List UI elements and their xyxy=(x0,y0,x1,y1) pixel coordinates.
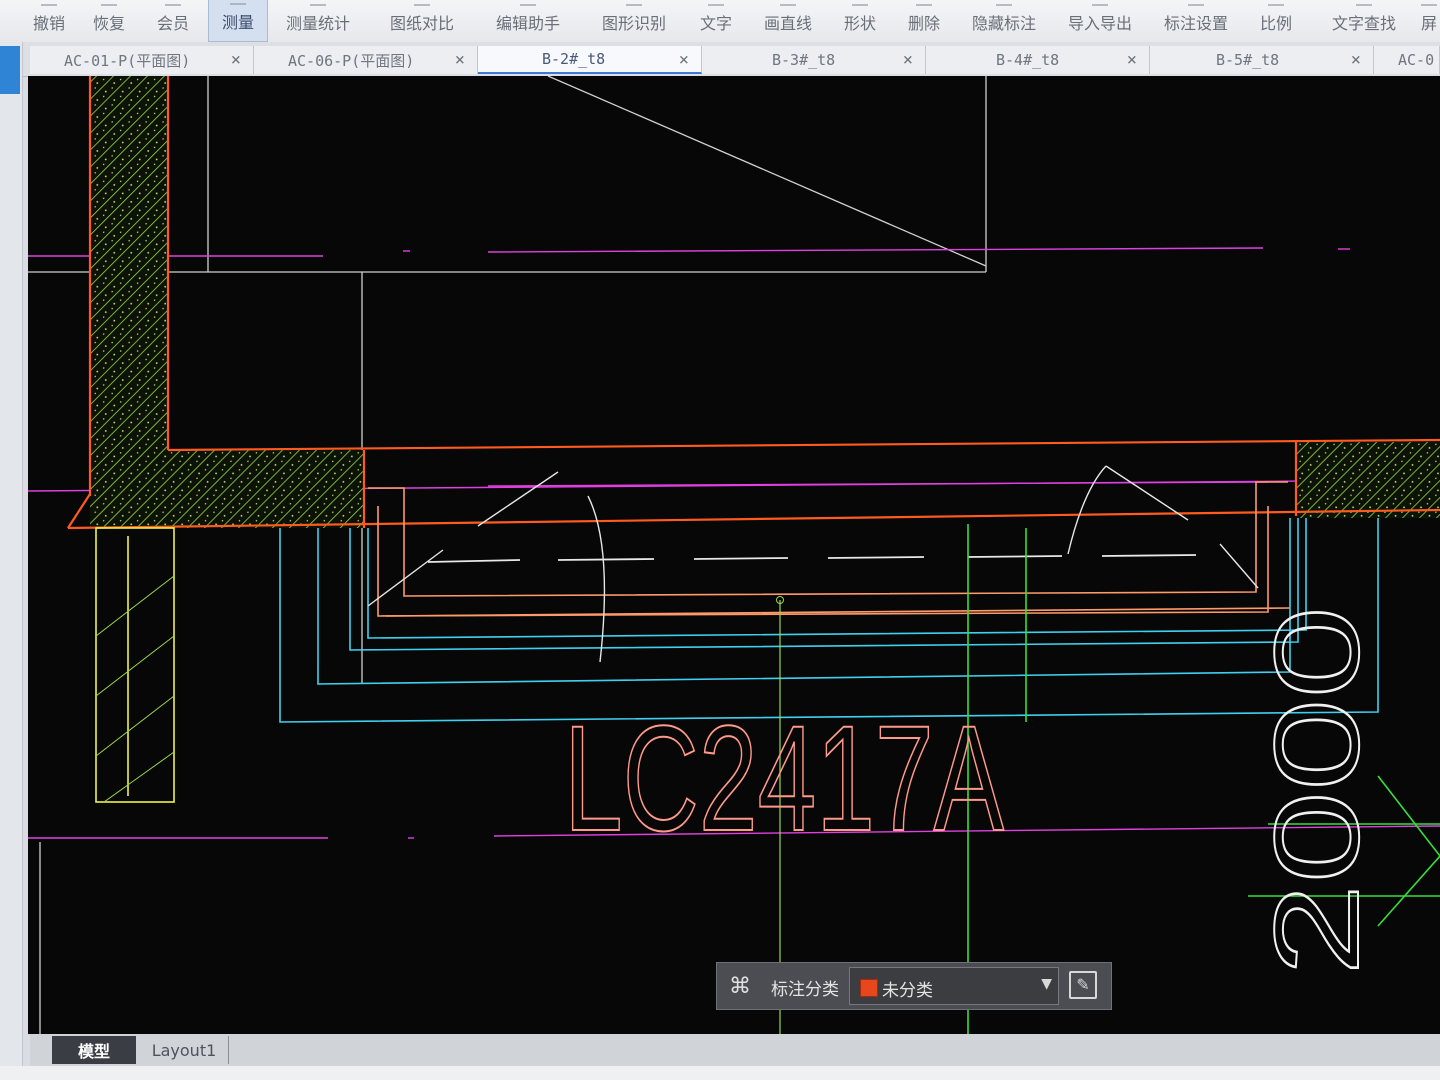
tab-b-5-t8[interactable]: B-5#_t8 × xyxy=(1150,46,1374,74)
cad-drawing-canvas[interactable]: LC2417A 2000 xyxy=(27,75,1440,1034)
window-tag-label: LC2417A xyxy=(564,694,1004,862)
toolbar-annotation-settings-button[interactable]: 标注设置 xyxy=(1156,0,1236,42)
annotation-category-select[interactable]: 未分类 ▼ xyxy=(849,967,1059,1005)
column-hatch xyxy=(95,575,175,803)
toolbar-edit-assistant-button[interactable]: 编辑助手 xyxy=(490,0,566,42)
hide-annotation-icon xyxy=(996,0,1012,6)
screen-icon xyxy=(1421,0,1437,6)
toolbar-delete-button[interactable]: 删除 xyxy=(900,0,948,42)
close-icon[interactable]: × xyxy=(455,50,465,70)
tab-b-2-t8[interactable]: B-2#_t8 × xyxy=(478,46,702,74)
close-icon[interactable]: × xyxy=(679,50,689,70)
model-tab-bar xyxy=(30,1034,1440,1066)
tab-model[interactable]: 模型 xyxy=(52,1036,136,1064)
toolbar-vip-button[interactable]: 会员 xyxy=(154,0,192,42)
structure-lines xyxy=(28,75,987,1034)
line-icon xyxy=(780,0,796,6)
cad-drawing: LC2417A 2000 xyxy=(27,75,1440,1034)
toolbar-screen-button[interactable]: 屏 xyxy=(1418,0,1440,42)
tab-b-4-t8[interactable]: B-4#_t8 × xyxy=(926,46,1150,74)
category-color-swatch xyxy=(860,979,878,997)
toolbar-hide-annotation-button[interactable]: 隐藏标注 xyxy=(964,0,1044,42)
tab-ac-01-p[interactable]: AC-01-P(平面图) × xyxy=(30,46,254,74)
annotation-category-value: 未分类 xyxy=(882,981,933,1001)
dimension-label: 2000 xyxy=(1250,606,1384,976)
top-toolbar: 撤销 恢复 会员 测量 测量统计 图纸对比 编辑助手 图形识别 文字 画直线 形… xyxy=(0,0,1440,43)
toolbar-import-export-button[interactable]: 导入导出 xyxy=(1060,0,1140,42)
toolbar-line-button[interactable]: 画直线 xyxy=(756,0,820,42)
edit-icon[interactable]: ✎ xyxy=(1069,971,1097,999)
left-panel-toggle[interactable] xyxy=(0,46,20,94)
edit-assistant-icon xyxy=(520,0,536,6)
text-search-icon xyxy=(1356,0,1372,6)
measure-stats-icon xyxy=(310,0,326,6)
undo-icon xyxy=(41,0,57,6)
bottom-strip xyxy=(0,1066,1440,1080)
shape-recognize-icon xyxy=(626,0,642,6)
toolbar-shape-button[interactable]: 形状 xyxy=(836,0,884,42)
close-icon[interactable]: × xyxy=(231,50,241,70)
import-export-icon xyxy=(1092,0,1108,6)
toolbar-measure-stats-button[interactable]: 测量统计 xyxy=(280,0,356,42)
toolbar-undo-button[interactable]: 撤销 xyxy=(30,0,68,42)
scale-icon xyxy=(1268,0,1284,6)
tab-ac-0[interactable]: AC-0 xyxy=(1374,46,1440,74)
window-sill-lines xyxy=(279,518,1379,723)
redo-icon xyxy=(101,0,117,6)
vip-icon xyxy=(165,0,181,6)
annotation-category-bar: ⌘ 标注分类 未分类 ▼ ✎ xyxy=(716,962,1112,1010)
left-side-panel xyxy=(0,42,23,1080)
window-frame xyxy=(368,481,1291,617)
toolbar-redo-button[interactable]: 恢复 xyxy=(90,0,128,42)
annotation-settings-icon xyxy=(1188,0,1204,6)
toolbar-shape-recognize-button[interactable]: 图形识别 xyxy=(596,0,672,42)
measure-icon xyxy=(230,0,246,5)
close-icon[interactable]: × xyxy=(903,50,913,70)
toolbar-measure-button[interactable]: 测量 xyxy=(208,0,268,42)
chevron-down-icon: ▼ xyxy=(1041,976,1052,992)
shape-icon xyxy=(852,0,868,6)
close-icon[interactable]: × xyxy=(1351,50,1361,70)
center-dashes xyxy=(427,554,1197,563)
tab-ac-06-p[interactable]: AC-06-P(平面图) × xyxy=(254,46,478,74)
annotation-category-label: 标注分类 xyxy=(771,980,839,1000)
tab-layout1[interactable]: Layout1 xyxy=(140,1036,229,1064)
toolbar-text-search-button[interactable]: 文字查找 xyxy=(1324,0,1404,42)
delete-icon xyxy=(916,0,932,6)
grid-icon[interactable]: ⌘ xyxy=(729,975,753,999)
toolbar-scale-button[interactable]: 比例 xyxy=(1252,0,1300,42)
close-icon[interactable]: × xyxy=(1127,50,1137,70)
compare-icon xyxy=(414,0,430,6)
toolbar-text-button[interactable]: 文字 xyxy=(692,0,740,42)
swing-arcs xyxy=(367,465,1259,663)
text-icon xyxy=(708,0,724,6)
toolbar-compare-button[interactable]: 图纸对比 xyxy=(384,0,460,42)
tab-b-3-t8[interactable]: B-3#_t8 × xyxy=(702,46,926,74)
wall-hatch xyxy=(90,76,1440,528)
